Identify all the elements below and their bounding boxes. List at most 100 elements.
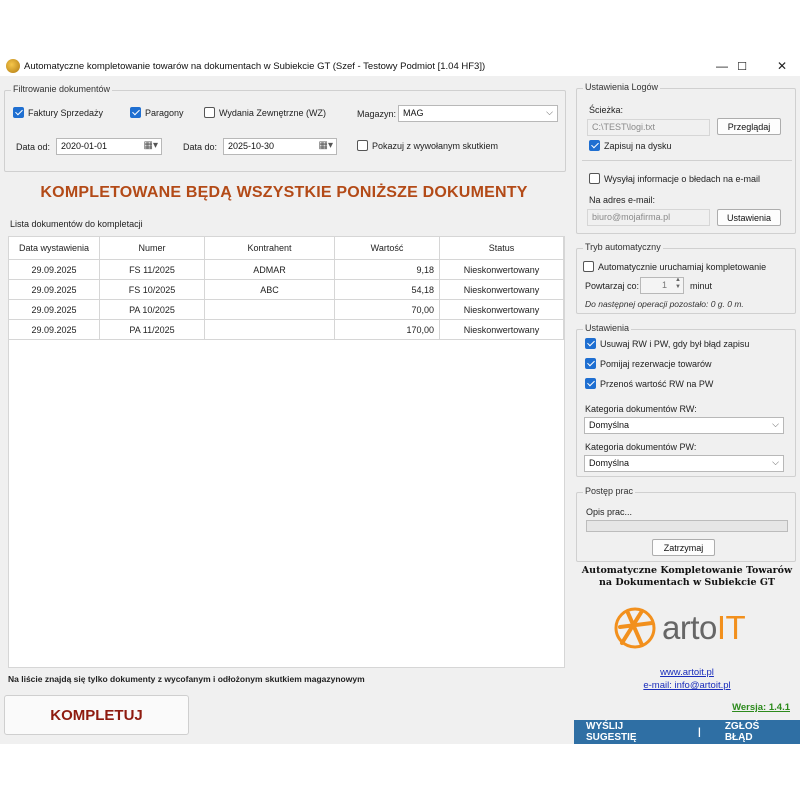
paragony-checkbox[interactable]: Paragony xyxy=(130,107,184,118)
maximize-button[interactable]: ☐ xyxy=(722,56,762,76)
faktury-label: Faktury Sprzedaży xyxy=(28,107,104,118)
delete-rw-pw-checkbox[interactable]: Usuwaj RW i PW, gdy był błąd zapisu xyxy=(585,338,749,349)
column-header[interactable]: Data wystawienia xyxy=(9,237,100,259)
cell-value: 70,00 xyxy=(335,300,440,319)
cell-contractor: ABC xyxy=(205,280,335,299)
table-header-row: Data wystawienia Numer Kontrahent Wartoś… xyxy=(9,237,564,260)
progress-bar xyxy=(586,520,788,532)
auto-run-checkbox[interactable]: Automatycznie uruchamiaj kompletowanie xyxy=(583,261,766,272)
cell-date: 29.09.2025 xyxy=(9,320,100,339)
info-banner: KOMPLETOWANE BĘDĄ WSZYSTKIE PONIŻSZE DOK… xyxy=(40,184,528,201)
table-row[interactable]: 29.09.2025 FS 10/2025 ABC 54,18 Nieskonw… xyxy=(9,280,564,300)
divider xyxy=(582,160,792,161)
wz-checkbox[interactable]: Wydania Zewnętrzne (WZ) xyxy=(204,107,326,118)
table-row[interactable]: 29.09.2025 PA 11/2025 170,00 Nieskonwert… xyxy=(9,320,564,340)
calendar-dropdown-icon[interactable]: ▦▾ xyxy=(319,140,333,151)
email-link[interactable]: e-mail: info@artoit.pl xyxy=(576,679,798,692)
settings-group-title: Ustawienia xyxy=(583,323,632,333)
repeat-unit: minut xyxy=(690,281,713,291)
actions-separator: | xyxy=(698,726,701,738)
table-row[interactable]: 29.09.2025 PA 10/2025 70,00 Nieskonwerto… xyxy=(9,300,564,320)
skip-reservations-checkbox[interactable]: Pomijaj rezerwacje towarów xyxy=(585,358,712,369)
stop-button[interactable]: Zatrzymaj xyxy=(652,539,715,556)
wz-check-icon xyxy=(204,107,215,118)
path-field[interactable]: C:\TEST\logi.txt xyxy=(587,119,710,136)
save-to-disk-check-icon xyxy=(589,140,600,151)
logo-suffix: IT xyxy=(716,609,746,646)
wz-label: Wydania Zewnętrzne (WZ) xyxy=(219,107,326,118)
rw-category-select[interactable]: Domyślna ⌵ xyxy=(584,417,784,434)
app-icon xyxy=(6,59,20,73)
column-header[interactable]: Status xyxy=(440,237,564,259)
close-button[interactable]: ✕ xyxy=(762,56,800,76)
suggest-button[interactable]: WYŚLIJ SUGESTIĘ xyxy=(574,721,686,743)
repeat-stepper[interactable]: 1 ▲ ▼ xyxy=(640,277,684,294)
window-title: Automatyczne kompletowanie towarów na do… xyxy=(24,60,486,72)
filter-group-title: Filtrowanie dokumentów xyxy=(11,84,113,94)
paragony-check-icon xyxy=(130,107,141,118)
logo-wordmark: artoIT xyxy=(662,609,746,647)
transfer-value-checkbox[interactable]: Przenoś wartość RW na PW xyxy=(585,378,713,389)
table-row[interactable]: 29.09.2025 FS 11/2025 ADMAR 9,18 Nieskon… xyxy=(9,260,564,280)
cell-status: Nieskonwertowany xyxy=(440,280,564,299)
cell-number: PA 11/2025 xyxy=(100,320,205,339)
browse-button[interactable]: Przeglądaj xyxy=(717,118,781,135)
date-from-field[interactable]: 2020-01-01 ▦▾ xyxy=(56,138,162,155)
pw-category-select[interactable]: Domyślna ⌵ xyxy=(584,455,784,472)
auto-mode-group-title: Tryb automatyczny xyxy=(583,242,663,252)
list-footer-note: Na liście znajdą się tylko dokumenty z w… xyxy=(8,674,365,684)
report-bug-button[interactable]: ZGŁOŚ BŁĄD xyxy=(713,721,800,743)
cell-contractor xyxy=(205,300,335,319)
rw-category-value: Domyślna xyxy=(589,420,630,430)
cell-number: FS 11/2025 xyxy=(100,260,205,279)
progress-description: Opis prac... xyxy=(586,507,633,517)
cell-contractor xyxy=(205,320,335,339)
stepper-arrows-icon[interactable]: ▲ ▼ xyxy=(675,278,681,291)
artoit-logo: artoIT xyxy=(612,604,782,652)
save-to-disk-checkbox[interactable]: Zapisuj na dysku xyxy=(589,140,672,151)
show-with-effect-checkbox[interactable]: Pokazuj z wywołanym skutkiem xyxy=(357,140,498,151)
main-window: Automatyczne kompletowanie towarów na do… xyxy=(0,56,800,744)
email-settings-button[interactable]: Ustawienia xyxy=(717,209,781,226)
calendar-dropdown-icon[interactable]: ▦▾ xyxy=(144,140,158,151)
date-from-label: Data od: xyxy=(16,142,51,152)
email-field[interactable]: biuro@mojafirma.pl xyxy=(587,209,710,226)
date-to-value: 2025-10-30 xyxy=(228,141,275,151)
cell-date: 29.09.2025 xyxy=(9,260,100,279)
show-with-effect-check-icon xyxy=(357,140,368,151)
pw-category-value: Domyślna xyxy=(589,458,630,468)
send-errors-checkbox[interactable]: Wysyłaj informacje o błedach na e-mail xyxy=(589,173,760,184)
cell-date: 29.09.2025 xyxy=(9,280,100,299)
column-header[interactable]: Numer xyxy=(100,237,205,259)
date-to-field[interactable]: 2025-10-30 ▦▾ xyxy=(223,138,337,155)
delete-rw-pw-label: Usuwaj RW i PW, gdy był błąd zapisu xyxy=(600,338,750,349)
list-title: Lista dokumentów do kompletacji xyxy=(10,219,143,229)
pw-category-label: Kategoria dokumentów PW: xyxy=(585,442,697,452)
website-link[interactable]: www.artoit.pl xyxy=(576,666,798,679)
skip-reservations-label: Pomijaj rezerwacje towarów xyxy=(600,358,712,369)
repeat-value: 1 xyxy=(661,280,667,290)
email-label: Na adres e-mail: xyxy=(589,195,656,205)
progress-group-title: Postęp prac xyxy=(583,486,636,496)
actions-bar: WYŚLIJ SUGESTIĘ | ZGŁOŚ BŁĄD xyxy=(574,720,800,744)
path-label: Ścieżka: xyxy=(589,105,624,115)
column-header[interactable]: Wartość xyxy=(335,237,440,259)
faktury-checkbox[interactable]: Faktury Sprzedaży xyxy=(13,107,103,118)
cell-number: PA 10/2025 xyxy=(100,300,205,319)
auto-run-label: Automatycznie uruchamiaj kompletowanie xyxy=(598,261,767,272)
cell-value: 54,18 xyxy=(335,280,440,299)
send-errors-label: Wysyłaj informacje o błedach na e-mail xyxy=(604,173,760,184)
brand-line-1: Automatyczne Kompletowanie Towarów xyxy=(581,565,793,576)
column-header[interactable]: Kontrahent xyxy=(205,237,335,259)
logs-group-title: Ustawienia Logów xyxy=(583,82,661,92)
magazyn-select[interactable]: MAG ⌵ xyxy=(398,105,558,122)
version-link[interactable]: Wersja: 1.4.1 xyxy=(732,702,790,713)
delete-rw-pw-check-icon xyxy=(585,338,596,349)
logo-prefix: arto xyxy=(662,609,717,646)
cell-value: 170,00 xyxy=(335,320,440,339)
transfer-value-label: Przenoś wartość RW na PW xyxy=(600,378,714,389)
complete-button[interactable]: KOMPLETUJ xyxy=(4,695,189,735)
chevron-down-icon: ⌵ xyxy=(546,107,553,117)
filter-group: Filtrowanie dokumentów xyxy=(4,84,566,172)
auto-run-check-icon xyxy=(583,261,594,272)
